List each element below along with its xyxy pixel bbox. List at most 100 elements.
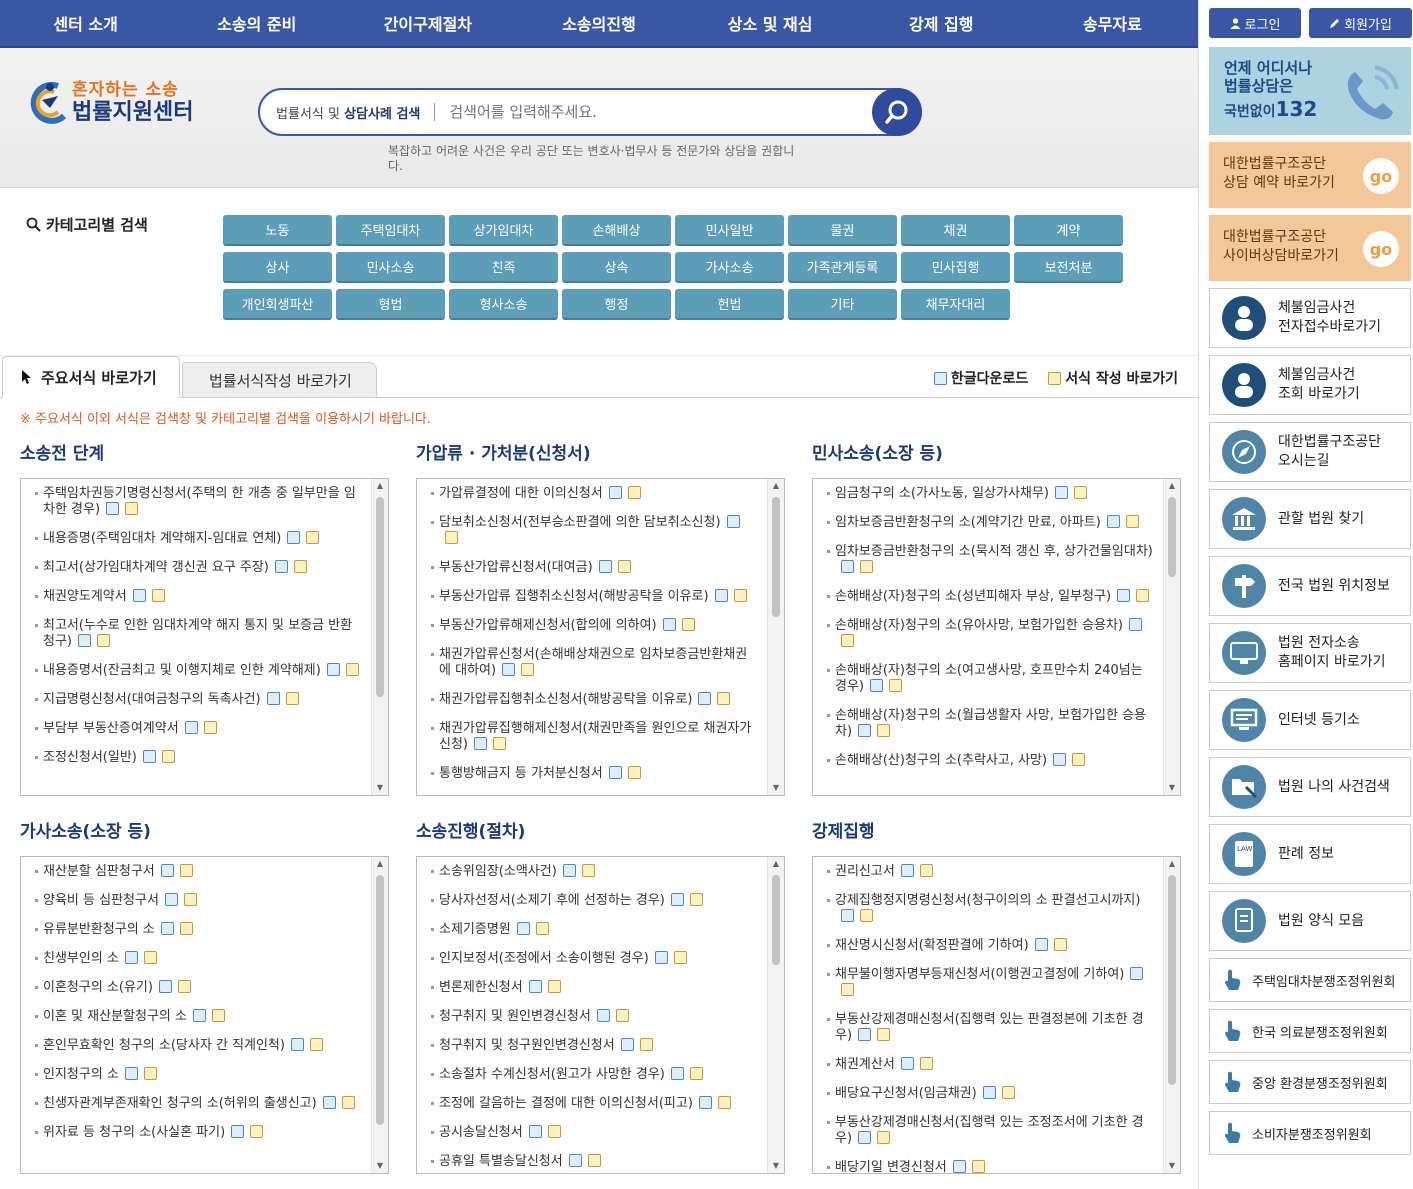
scrollbar[interactable]: ▲ ▼ (371, 857, 388, 1173)
download-icon[interactable] (287, 531, 301, 544)
download-icon[interactable] (274, 560, 288, 573)
join-button[interactable]: 회원가입 (1309, 8, 1412, 38)
form-list-item[interactable]: 재산분할 심판청구서 (35, 864, 362, 880)
form-list-item[interactable]: 손해배상(자)청구의 소(월급생활자 사망, 보험가입한 승용차) (827, 708, 1154, 740)
download-icon[interactable] (124, 1067, 138, 1080)
pencil-icon[interactable] (1072, 753, 1086, 766)
download-icon[interactable] (1053, 753, 1067, 766)
scrollbar[interactable]: ▲ ▼ (767, 857, 784, 1173)
form-list-item[interactable]: 인지청구의 소 (35, 1067, 362, 1083)
download-icon[interactable] (952, 1160, 966, 1173)
scroll-thumb[interactable] (376, 497, 384, 697)
scroll-down-arrow-icon[interactable]: ▼ (372, 1159, 388, 1173)
form-list-item[interactable]: 손해배상(자)청구의 소(유아사망, 보험가입한 승용차) (827, 618, 1154, 650)
category-button[interactable]: 헌법 (675, 289, 784, 320)
pencil-icon[interactable] (547, 1125, 561, 1138)
form-list-item[interactable]: 배당기일 변경신청서 (827, 1160, 1154, 1173)
scroll-down-arrow-icon[interactable]: ▼ (372, 781, 388, 795)
consult-reservation-banner[interactable]: 대한법률구조공단 상담 예약 바로가기 go (1209, 142, 1411, 208)
form-list-item[interactable]: 친생자관계부존재확인 청구의 소(허위의 출생신고) (35, 1096, 362, 1112)
nav-item[interactable]: 상소 및 재심 (685, 11, 856, 35)
scroll-up-arrow-icon[interactable]: ▲ (372, 479, 388, 493)
scroll-down-arrow-icon[interactable]: ▼ (1164, 781, 1180, 795)
scroll-down-arrow-icon[interactable]: ▼ (1164, 1159, 1180, 1173)
download-icon[interactable] (714, 589, 728, 602)
scroll-down-arrow-icon[interactable]: ▼ (768, 1159, 784, 1173)
download-icon[interactable] (142, 750, 156, 763)
pencil-icon[interactable] (689, 1067, 703, 1080)
scroll-thumb[interactable] (376, 875, 384, 1125)
form-list-item[interactable]: 손해배상(산)청구의 소(추락사고, 사망) (827, 753, 1154, 769)
pencil-icon[interactable] (250, 1125, 264, 1138)
form-list-item[interactable]: 소제기증명원 (431, 922, 758, 938)
form-list-item[interactable]: 재산명시신청서(확정판결에 기하여) (827, 938, 1154, 954)
category-button[interactable]: 손해배상 (562, 215, 671, 246)
pencil-icon[interactable] (841, 983, 854, 996)
form-list-item[interactable]: 부동산가압류신청서(대여금) (431, 560, 758, 576)
download-icon[interactable] (266, 692, 280, 705)
category-button[interactable]: 상속 (562, 252, 671, 283)
tab-main-forms[interactable]: 주요서식 바로가기 (2, 356, 180, 398)
form-list-item[interactable]: 담보취소신청서(전부승소판결에 의한 담보취소신청) (431, 515, 758, 547)
form-list-item[interactable]: 채권가압류집행취소신청서(해방공탁을 이유로) (431, 692, 758, 708)
sidebar-link-button[interactable]: 체불임금사건 전자접수바로가기 (1209, 288, 1411, 348)
pencil-icon[interactable] (341, 1096, 355, 1109)
scroll-thumb[interactable] (1168, 875, 1176, 1085)
pencil-icon[interactable] (919, 1057, 933, 1070)
download-icon[interactable] (870, 679, 883, 692)
scroll-thumb[interactable] (772, 875, 780, 965)
pencil-icon[interactable] (1073, 486, 1087, 499)
form-list-item[interactable]: 청구취지 및 원인변경신청서 (431, 1009, 758, 1025)
download-icon[interactable] (568, 1154, 582, 1167)
pencil-icon[interactable] (673, 951, 687, 964)
site-logo[interactable]: 혼자하는 소송 법률지원센터 (28, 78, 193, 128)
pencil-icon[interactable] (581, 864, 595, 877)
category-button[interactable]: 민사집행 (901, 252, 1010, 283)
download-icon[interactable] (322, 1096, 336, 1109)
download-icon[interactable] (502, 663, 516, 676)
mediation-committee-link[interactable]: 소비자분쟁조정위원회 (1209, 1111, 1411, 1155)
sidebar-link-button[interactable]: 전국 법원 위치정보 (1209, 556, 1411, 616)
download-icon[interactable] (858, 1028, 872, 1041)
login-button[interactable]: 로그인 (1209, 8, 1301, 38)
category-button[interactable]: 상사 (223, 252, 332, 283)
download-icon[interactable] (231, 1125, 245, 1138)
form-list-item[interactable]: 친생부인의 소 (35, 951, 362, 967)
download-icon[interactable] (900, 1057, 914, 1070)
category-button[interactable]: 행정 (562, 289, 671, 320)
form-list-item[interactable]: 통행방해금지 등 가처분신청서 (431, 766, 758, 782)
nav-item[interactable]: 소송의진행 (513, 11, 684, 35)
form-list-item[interactable]: 위자료 등 청구의 소(사실혼 파기) (35, 1125, 362, 1141)
search-button[interactable] (872, 88, 922, 136)
download-icon[interactable] (184, 721, 198, 734)
scroll-up-arrow-icon[interactable]: ▲ (768, 857, 784, 871)
form-list-item[interactable]: 부동산강제경매신청서(집행력 있는 조정조서에 기초한 경우) (827, 1115, 1154, 1147)
pencil-icon[interactable] (717, 692, 731, 705)
pencil-icon[interactable] (1136, 589, 1150, 602)
download-icon[interactable] (1117, 589, 1131, 602)
form-list-item[interactable]: 채무불이행자명부등재신청서(이행권고결정에 기하여) (827, 967, 1154, 999)
download-icon[interactable] (192, 1009, 206, 1022)
download-icon[interactable] (841, 909, 854, 922)
form-list-item[interactable]: 이혼 및 재산분할청구의 소 (35, 1009, 362, 1025)
mediation-committee-link[interactable]: 한국 의료분쟁조정위원회 (1209, 1009, 1411, 1053)
form-list-item[interactable]: 부동산강제경매신청서(집행력 있는 판결정본에 기초한 경우) (827, 1012, 1154, 1044)
category-button[interactable]: 채무자대리 (901, 289, 1010, 320)
scroll-up-arrow-icon[interactable]: ▲ (372, 857, 388, 871)
download-icon[interactable] (900, 864, 914, 877)
pencil-icon[interactable] (689, 893, 703, 906)
form-list-item[interactable]: 부동산가압류 집행취소신청서(해방공탁을 이유로) (431, 589, 758, 605)
sidebar-link-button[interactable]: 관할 법원 찾기 (1209, 489, 1411, 549)
pencil-icon[interactable] (125, 502, 139, 515)
pencil-icon[interactable] (639, 1038, 653, 1051)
pencil-icon[interactable] (143, 951, 157, 964)
category-button[interactable]: 계약 (1014, 215, 1123, 246)
sidebar-link-button[interactable]: 법원 나의 사건검색 (1209, 757, 1411, 817)
category-button[interactable]: 친족 (449, 252, 558, 283)
scroll-down-arrow-icon[interactable]: ▼ (768, 781, 784, 795)
form-list-item[interactable]: 소송절차 수계신청서(원고가 사망한 경우) (431, 1067, 758, 1083)
form-list-item[interactable]: 부담부 부동산증여계약서 (35, 721, 362, 737)
pencil-icon[interactable] (211, 1009, 225, 1022)
download-icon[interactable] (1054, 486, 1068, 499)
nav-item[interactable]: 간이구제절차 (342, 11, 513, 35)
